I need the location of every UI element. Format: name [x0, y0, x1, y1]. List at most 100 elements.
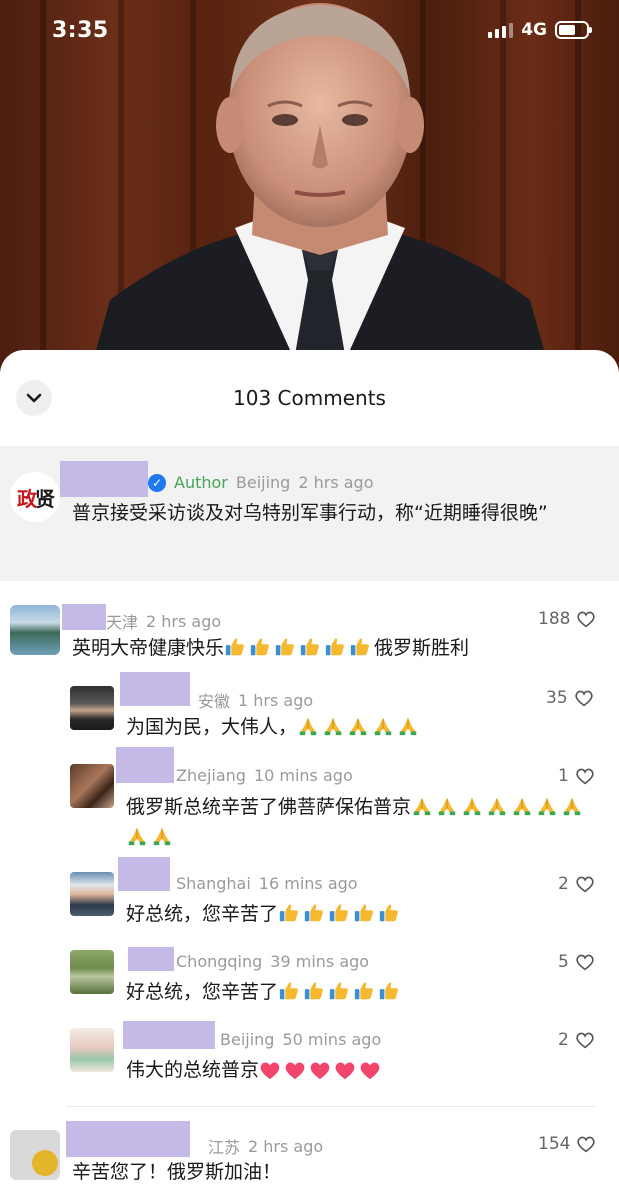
comment-location: Chongqing — [176, 952, 263, 971]
thumbs-up-emoji — [303, 980, 325, 1002]
like-count: 154 — [538, 1134, 571, 1154]
like-button[interactable]: 35 — [546, 688, 594, 708]
avatar[interactable] — [70, 764, 114, 808]
author-time: 2 hrs ago — [298, 473, 374, 492]
redacted-author-name — [60, 461, 148, 497]
avatar[interactable] — [70, 1028, 114, 1072]
folded-hands-emoji — [486, 795, 508, 817]
redacted-username — [62, 604, 106, 630]
heart-outline-icon — [574, 690, 593, 707]
redacted-username — [118, 857, 170, 891]
comment-meta: Shanghai 16 mins ago — [176, 874, 358, 893]
redacted-username — [66, 1121, 190, 1157]
status-time: 3:35 — [52, 18, 109, 43]
network-type: 4G — [521, 20, 547, 40]
thumbs-up-emoji — [328, 980, 350, 1002]
like-button[interactable]: 5 — [558, 952, 595, 972]
comment-meta: Zhejiang 10 mins ago — [176, 766, 353, 785]
comment-text: 伟大的总统普京 — [126, 1055, 384, 1085]
sheet-header: 103 Comments — [0, 350, 619, 446]
heart-outline-icon — [577, 611, 596, 628]
redacted-username — [120, 672, 190, 706]
red-heart-emoji — [359, 1059, 381, 1081]
heart-outline-icon — [576, 876, 594, 893]
avatar[interactable] — [70, 950, 114, 994]
folded-hands-emoji — [536, 795, 558, 817]
red-heart-emoji — [259, 1059, 281, 1081]
thumbs-up-emoji — [378, 902, 400, 924]
thumbs-up-emoji — [328, 902, 350, 924]
folded-hands-emoji — [436, 795, 458, 817]
comment-meta: Beijing 50 mins ago — [220, 1030, 381, 1049]
comment-time: 39 mins ago — [270, 952, 370, 971]
redacted-username — [116, 747, 174, 783]
thumbs-up-emoji — [224, 636, 246, 658]
video-player[interactable] — [0, 0, 619, 372]
author-post-text: 普京接受采访谈及对乌特别军事行动，称“近期睡得很晚” — [72, 502, 548, 524]
thumbs-up-emoji — [249, 636, 271, 658]
red-heart-emoji — [334, 1059, 356, 1081]
folded-hands-emoji — [411, 795, 433, 817]
comment-time: 1 hrs ago — [238, 690, 314, 710]
redacted-username — [128, 947, 174, 971]
like-count: 1 — [558, 766, 569, 786]
thumbs-up-emoji — [303, 902, 325, 924]
signal-icon — [488, 22, 514, 38]
folded-hands-emoji — [397, 715, 419, 737]
like-count: 188 — [538, 609, 571, 629]
comment-meta: 江苏 2 hrs ago — [208, 1134, 323, 1158]
thumbs-up-emoji — [278, 980, 300, 1002]
like-button[interactable]: 188 — [538, 609, 596, 629]
comment-location: Zhejiang — [176, 766, 246, 785]
divider — [66, 1106, 595, 1107]
thumbs-up-emoji — [349, 636, 371, 658]
red-heart-emoji — [309, 1059, 331, 1081]
comment-time: 2 hrs ago — [248, 1136, 324, 1156]
like-count: 5 — [558, 952, 569, 972]
like-count: 2 — [558, 1030, 569, 1050]
comment-text: 俄罗斯总统辛苦了佛菩萨保佑普京 — [126, 792, 596, 852]
like-button[interactable]: 154 — [538, 1134, 596, 1154]
thumbs-up-emoji — [353, 980, 375, 1002]
comments-count-title: 103 Comments — [233, 386, 386, 410]
thumbs-up-emoji — [274, 636, 296, 658]
author-meta: ✓ Author Beijing 2 hrs ago — [148, 473, 373, 492]
video-speaker-image — [90, 3, 550, 372]
comment-text: 好总统，您辛苦了 — [126, 899, 403, 929]
thumbs-up-emoji — [378, 980, 400, 1002]
folded-hands-emoji — [561, 795, 583, 817]
partial-username: 天津 — [106, 613, 139, 632]
folded-hands-emoji — [347, 715, 369, 737]
comment-time: 16 mins ago — [258, 874, 358, 893]
comment-location: Beijing — [220, 1030, 275, 1049]
battery-icon — [555, 21, 592, 39]
author-avatar[interactable]: 政贤 — [10, 472, 60, 522]
thumbs-up-emoji — [278, 902, 300, 924]
author-location: Beijing — [235, 473, 291, 492]
avatar[interactable] — [10, 605, 60, 655]
thumbs-up-emoji — [353, 902, 375, 924]
avatar[interactable] — [70, 686, 114, 730]
author-post[interactable]: 政贤 ✓ Author Beijing 2 hrs ago 普京接受采访谈及对乌… — [0, 446, 619, 581]
thumbs-up-emoji — [324, 636, 346, 658]
comment-text: 英明大帝健康快乐 俄罗斯胜利 — [72, 636, 470, 659]
comment-time: 2 hrs ago — [146, 611, 222, 631]
heart-outline-icon — [576, 768, 594, 785]
folded-hands-emoji — [126, 825, 148, 847]
avatar[interactable] — [10, 1130, 60, 1180]
red-heart-emoji — [284, 1059, 306, 1081]
folded-hands-emoji — [461, 795, 483, 817]
folded-hands-emoji — [151, 825, 173, 847]
avatar[interactable] — [70, 872, 114, 916]
comment-location: 江苏 — [208, 1138, 241, 1157]
comment-meta: 天津 2 hrs ago — [106, 609, 221, 633]
folded-hands-emoji — [322, 715, 344, 737]
comment-text: 为国为民，大伟人， — [126, 712, 422, 742]
like-button[interactable]: 2 — [558, 874, 595, 894]
status-indicators: 4G — [488, 20, 592, 40]
like-button[interactable]: 2 — [558, 1030, 595, 1050]
comment-location: 安徽 — [198, 692, 231, 711]
like-count: 35 — [546, 688, 568, 708]
like-button[interactable]: 1 — [558, 766, 595, 786]
comment-meta: 安徽 1 hrs ago — [198, 688, 313, 712]
